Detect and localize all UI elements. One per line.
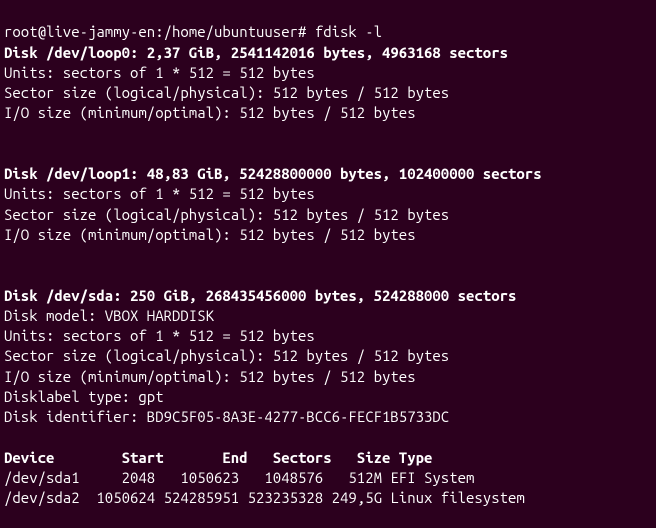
prompt-cwd: /home/ubuntuuser [164,23,298,40]
disk-loop0-sector: Sector size (logical/physical): 512 byte… [4,84,449,101]
disk-sda-io: I/O size (minimum/optimal): 512 bytes / … [4,368,416,385]
disk-header-loop0: Disk /dev/loop0: 2,37 GiB, 2541142016 by… [4,44,508,61]
disk-sda-sector: Sector size (logical/physical): 512 byte… [4,347,449,364]
disk-sda-units: Units: sectors of 1 * 512 = 512 bytes [4,327,315,344]
disk-loop0-io: I/O size (minimum/optimal): 512 bytes / … [4,104,416,121]
disk-loop1-units: Units: sectors of 1 * 512 = 512 bytes [4,185,315,202]
disk-loop0-units: Units: sectors of 1 * 512 = 512 bytes [4,64,315,81]
partition-row: /dev/sda1 2048 1050623 1048576 512M EFI … [4,469,474,486]
disk-sda-model: Disk model: VBOX HARDDISK [4,307,214,324]
disk-header-sda: Disk /dev/sda: 250 GiB, 268435456000 byt… [4,287,516,304]
disk-sda-label: Disklabel type: gpt [4,388,164,405]
terminal-output: root@live-jammy-en:/home/ubuntuuser# fdi… [0,0,656,510]
prompt-user-host: root@live-jammy-en [4,23,155,40]
partition-table-header: Device Start End Sectors Size Type [4,449,432,466]
disk-header-loop1: Disk /dev/loop1: 48,83 GiB, 52428800000 … [4,165,542,182]
partition-row: /dev/sda2 1050624 524285951 523235328 24… [4,489,525,506]
command-text: fdisk -l [315,23,382,40]
disk-sda-identifier: Disk identifier: BD9C5F05-8A3E-4277-BCC6… [4,408,449,425]
disk-loop1-io: I/O size (minimum/optimal): 512 bytes / … [4,226,416,243]
shell-prompt: root@live-jammy-en:/home/ubuntuuser# [4,23,315,40]
disk-loop1-sector: Sector size (logical/physical): 512 byte… [4,206,449,223]
